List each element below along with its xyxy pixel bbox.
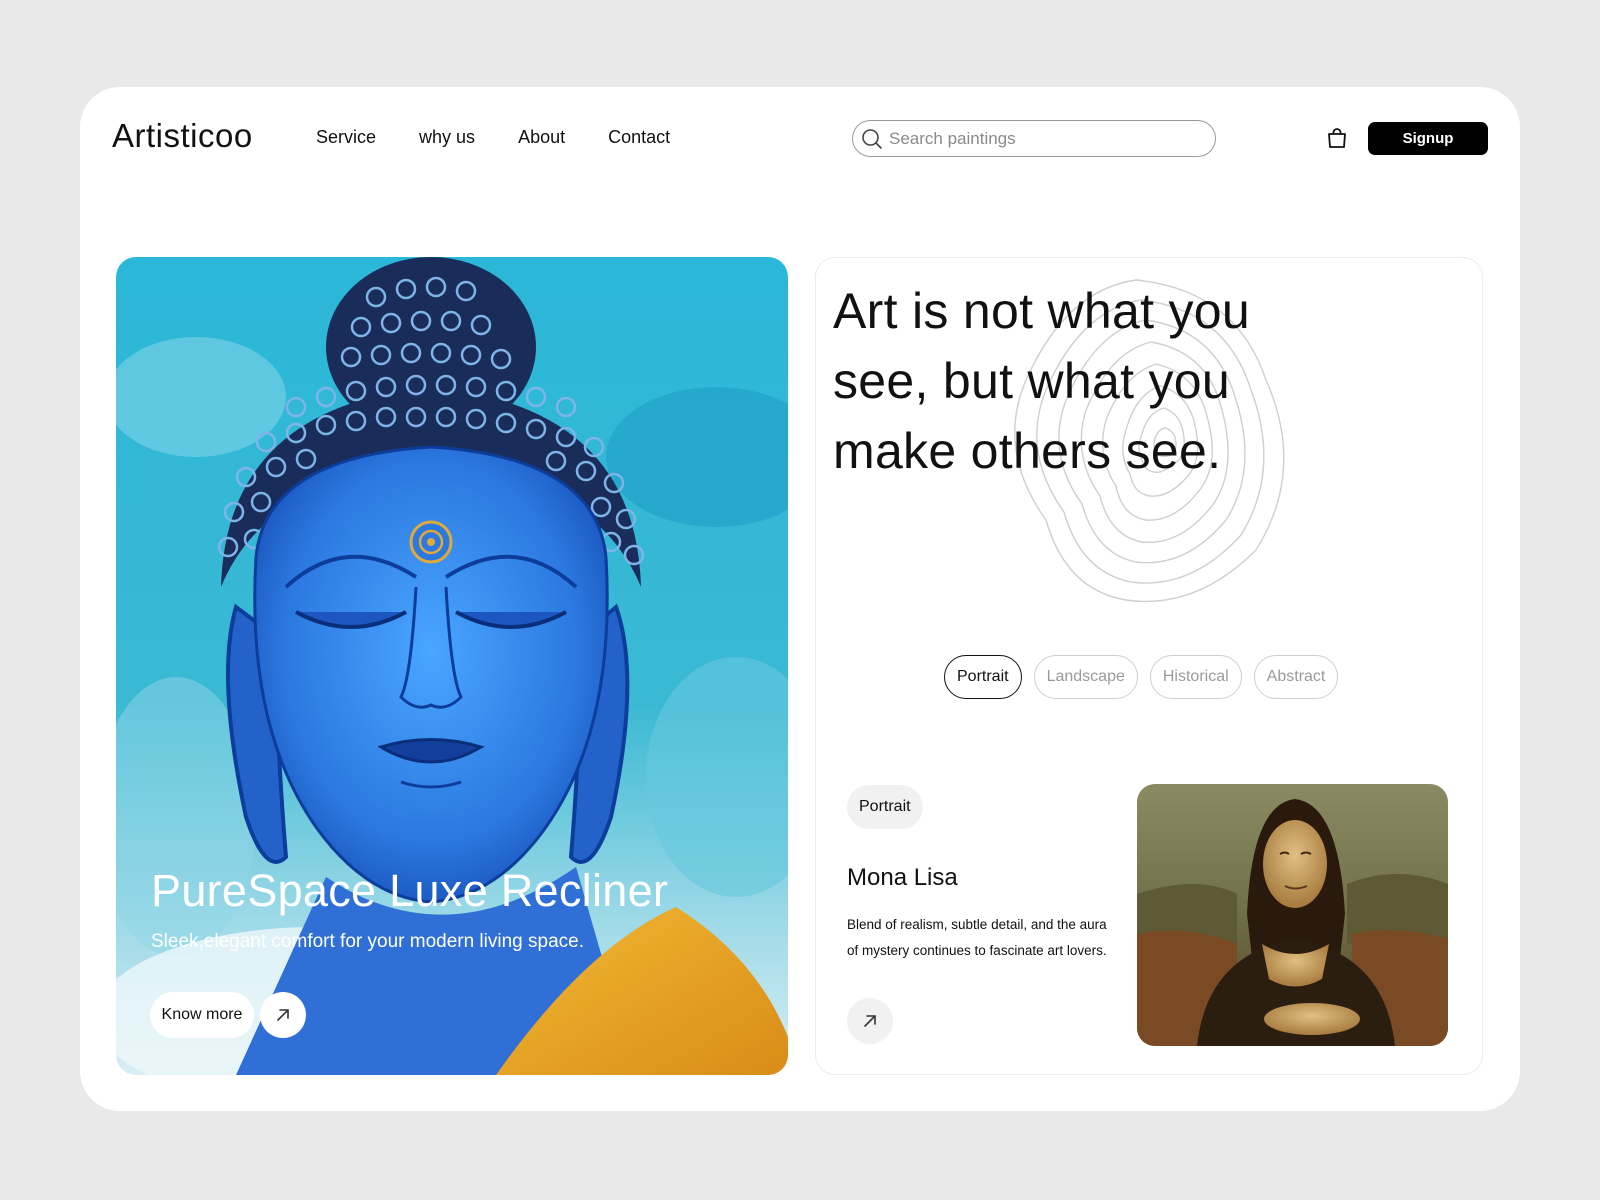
signup-button[interactable]: Signup [1368, 122, 1488, 155]
hero-subtitle: Sleek,elegant comfort for your modern li… [151, 931, 584, 952]
know-more-button[interactable]: Know more [150, 992, 254, 1038]
search-input[interactable] [889, 128, 1189, 149]
mona-lisa-painting [1137, 784, 1448, 1046]
shopping-bag-icon[interactable] [1325, 126, 1349, 150]
filter-historical[interactable]: Historical [1149, 655, 1242, 699]
page-frame: Artisticoo Service why us About Contact … [80, 87, 1520, 1111]
hero-title: PureSpace Luxe Recliner [151, 865, 669, 916]
arrow-up-right-icon [864, 1015, 876, 1027]
arrow-up-right-icon [277, 1009, 289, 1021]
painting-description: Blend of realism, subtle detail, and the… [847, 917, 1107, 958]
nav-contact[interactable]: Contact [608, 127, 670, 148]
hero-card: PureSpace Luxe Recliner Sleek,elegant co… [116, 257, 788, 1075]
filter-landscape[interactable]: Landscape [1033, 655, 1138, 699]
hero-quote: Art is not what you see, but what you ma… [833, 283, 1251, 479]
filter-abstract[interactable]: Abstract [1253, 655, 1339, 699]
search-box[interactable] [852, 120, 1216, 157]
search-icon [862, 128, 882, 149]
featured-panel: Art is not what you see, but what you ma… [815, 257, 1483, 1075]
nav-about[interactable]: About [518, 127, 565, 148]
nav-why-us[interactable]: why us [419, 127, 475, 148]
category-tag: Portrait [847, 785, 923, 829]
main-nav: Service why us About Contact [316, 127, 713, 148]
logo[interactable]: Artisticoo [112, 117, 253, 155]
painting-title: Mona Lisa [847, 864, 958, 891]
mona-lisa-image[interactable] [1137, 784, 1448, 1046]
hero-arrow-button[interactable] [260, 992, 306, 1038]
nav-service[interactable]: Service [316, 127, 376, 148]
category-filters: Portrait Landscape Historical Abstract [944, 655, 1350, 699]
painting-arrow-button[interactable] [847, 998, 893, 1044]
filter-portrait[interactable]: Portrait [944, 655, 1022, 699]
